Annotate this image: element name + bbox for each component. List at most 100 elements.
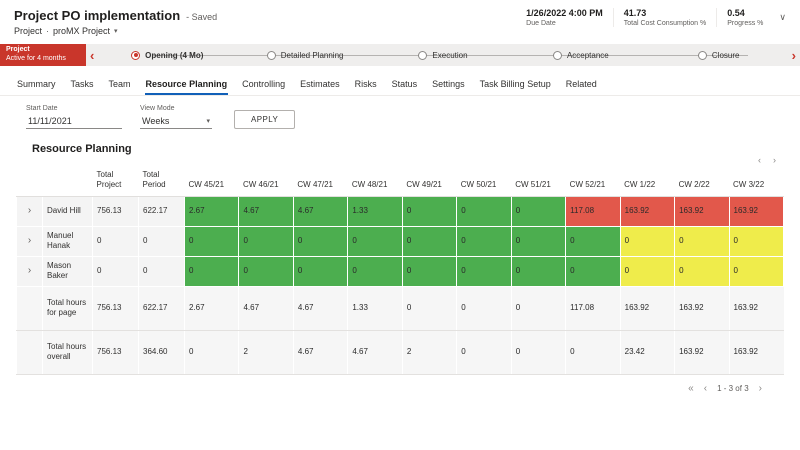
bpf-stage-acceptance[interactable]: Acceptance [512,51,650,60]
hours-cell[interactable]: 0 [511,226,565,256]
hours-cell[interactable]: 0 [293,256,347,286]
total-row-label: Total hours for page [43,286,93,330]
hours-cell[interactable]: 0 [239,256,293,286]
tab-settings[interactable]: Settings [431,79,466,95]
hours-cell[interactable]: 0 [348,256,402,286]
bpf-stage-execution[interactable]: Execution [374,51,512,60]
hours-cell[interactable]: 0 [402,256,456,286]
hours-cell: 4.67 [293,330,347,374]
hours-cell[interactable]: 0 [402,196,456,226]
hours-cell[interactable]: 0 [566,256,620,286]
row-expander-icon[interactable]: › [17,196,43,226]
hours-cell: 0 [457,330,511,374]
hours-cell: 163.92 [675,330,729,374]
week-prev-icon[interactable]: ‹ [758,155,761,166]
resource-name[interactable]: Mason Baker [43,256,93,286]
first-page-icon[interactable]: « [688,383,694,394]
chevron-down-icon[interactable]: ▾ [114,27,118,35]
row-expander-icon[interactable]: › [17,226,43,256]
pager-range-label: 1 - 3 of 3 [717,384,749,393]
hours-cell[interactable]: 0 [402,226,456,256]
hours-cell: 163.92 [729,330,783,374]
total-project-value: 0 [93,226,139,256]
hours-cell[interactable]: 0 [239,226,293,256]
tab-status[interactable]: Status [391,79,419,95]
next-page-icon[interactable]: › [759,383,762,394]
breadcrumb-project[interactable]: Project [14,26,42,36]
metric-label: Total Cost Consumption % [624,20,706,27]
hours-cell: 163.92 [675,286,729,330]
tab-related[interactable]: Related [565,79,598,95]
hours-cell[interactable]: 0 [511,256,565,286]
tab-summary[interactable]: Summary [16,79,57,95]
column-header-total-period: Total Period [139,166,185,196]
view-mode-value: Weeks [142,116,169,126]
bpf-stage-detailed-planning[interactable]: Detailed Planning [236,51,374,60]
hours-cell[interactable]: 1.33 [348,196,402,226]
tab-resource-planning[interactable]: Resource Planning [145,79,229,95]
hours-cell[interactable]: 0 [566,226,620,256]
hours-cell[interactable]: 4.67 [239,196,293,226]
stage-label: Detailed Planning [281,51,344,60]
bpf-stage-opening-4-mo[interactable]: Opening (4 Mo) [98,51,236,60]
hours-cell[interactable]: 163.92 [729,196,783,226]
hours-cell[interactable]: 163.92 [675,196,729,226]
row-expander-icon[interactable]: › [17,256,43,286]
hours-cell[interactable]: 117.08 [566,196,620,226]
resource-planning-grid: Total ProjectTotal PeriodCW 45/21CW 46/2… [0,166,800,402]
hours-cell[interactable]: 0 [185,226,239,256]
hours-cell[interactable]: 0 [729,256,783,286]
active-stage-badge[interactable]: Project Active for 4 months [0,44,86,66]
start-date-input[interactable]: 11/11/2021 [26,115,122,129]
stage-label: Opening (4 Mo) [145,51,203,60]
total-project-value: 756.13 [93,286,139,330]
hours-cell[interactable]: 0 [675,226,729,256]
bpf-stages: Opening (4 Mo) Detailed Planning Execution… [98,44,787,66]
metric-value: 41.73 [624,8,706,18]
hours-cell[interactable]: 0 [511,196,565,226]
tab-controlling[interactable]: Controlling [241,79,286,95]
view-mode-select[interactable]: Weeks ▾ [140,115,212,129]
bpf-scroll-left-icon[interactable]: ‹ [86,44,98,66]
hours-cell[interactable]: 0 [457,256,511,286]
prev-page-icon[interactable]: ‹ [704,383,707,394]
hours-cell[interactable]: 0 [457,196,511,226]
breadcrumb-entity[interactable]: proMX Project [53,26,110,36]
hours-cell: 0 [457,286,511,330]
bpf-scroll-right-icon[interactable]: › [788,44,800,66]
hours-cell: 0 [511,286,565,330]
tab-estimates[interactable]: Estimates [299,79,341,95]
collapse-header-icon[interactable]: ∨ [779,12,786,23]
stage-dot-icon [131,51,140,60]
resource-name[interactable]: Manuel Hanak [43,226,93,256]
column-header-total-project: Total Project [93,166,139,196]
hours-cell[interactable]: 4.67 [293,196,347,226]
hours-cell[interactable]: 0 [620,256,674,286]
column-header-cw-52-21: CW 52/21 [566,166,620,196]
stage-label: Execution [432,51,467,60]
stage-label: Closure [712,51,740,60]
hours-cell[interactable]: 163.92 [620,196,674,226]
resource-row-manuel-hanak: ›Manuel Hanak0000000000000 [17,226,784,256]
hours-cell[interactable]: 0 [185,256,239,286]
tab-risks[interactable]: Risks [354,79,378,95]
apply-button[interactable]: APPLY [234,110,295,129]
column-header-cw-2-22: CW 2/22 [675,166,729,196]
week-next-icon[interactable]: › [773,155,776,166]
hours-cell[interactable]: 0 [620,226,674,256]
bpf-stage-closure[interactable]: Closure [650,51,788,60]
resource-name[interactable]: David Hill [43,196,93,226]
total-period-value: 622.17 [139,286,185,330]
tab-task-billing-setup[interactable]: Task Billing Setup [479,79,552,95]
grid-pager: « ‹ 1 - 3 of 3 › [16,375,784,402]
hours-cell[interactable]: 0 [457,226,511,256]
hours-cell[interactable]: 2.67 [185,196,239,226]
hours-cell[interactable]: 0 [729,226,783,256]
tab-tasks[interactable]: Tasks [70,79,95,95]
total-period-value: 0 [139,256,185,286]
hours-cell[interactable]: 0 [293,226,347,256]
tab-team[interactable]: Team [108,79,132,95]
hours-cell[interactable]: 0 [348,226,402,256]
hours-cell[interactable]: 0 [675,256,729,286]
column-header-cw-1-22: CW 1/22 [620,166,674,196]
